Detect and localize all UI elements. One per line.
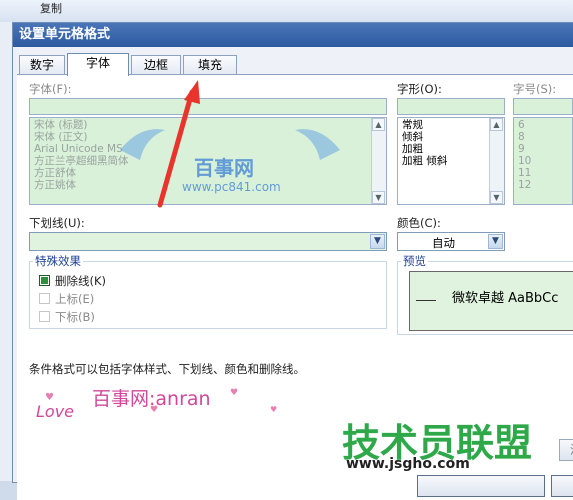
baishi-watermark: 百事网 — [194, 156, 254, 180]
svg-text:♥: ♥ — [270, 405, 277, 414]
love-watermark: Love — [36, 402, 75, 421]
svg-text:♥: ♥ — [230, 388, 238, 398]
tab-font[interactable]: 字体 — [67, 53, 129, 76]
anran-watermark: 百事网:anran — [92, 388, 211, 410]
site-url-watermark: www.jsgho.com — [346, 456, 470, 472]
baishi-url-watermark: www.pc841.com — [182, 180, 281, 194]
